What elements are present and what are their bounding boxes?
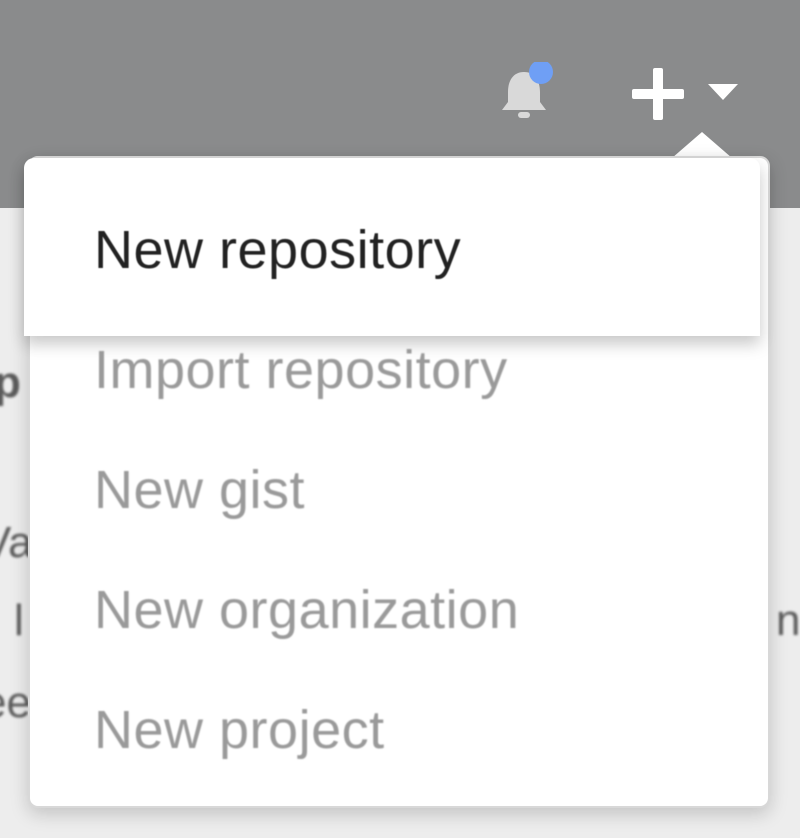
bg-fragment: p	[0, 358, 21, 407]
bell-icon[interactable]	[492, 62, 556, 126]
menu-item-new-project[interactable]: New project	[94, 698, 385, 762]
dropdown-pointer	[672, 132, 732, 158]
menu-item-import-repository[interactable]: Import repository	[94, 338, 508, 402]
menu-item-new-gist[interactable]: New gist	[94, 458, 305, 522]
bg-fragment: ee	[0, 678, 31, 727]
menu-item-new-repository[interactable]: New repository	[94, 218, 461, 282]
create-new-dropdown-menu: New repository Import repository New gis…	[24, 156, 770, 808]
caret-down-icon[interactable]	[706, 82, 740, 102]
plus-icon[interactable]	[628, 64, 688, 124]
bg-fragment: ne	[776, 596, 800, 645]
bg-fragment: l	[14, 596, 24, 645]
screen: p Va l ne ee New repository Import repos…	[0, 0, 800, 838]
menu-item-new-organization[interactable]: New organization	[94, 578, 519, 642]
